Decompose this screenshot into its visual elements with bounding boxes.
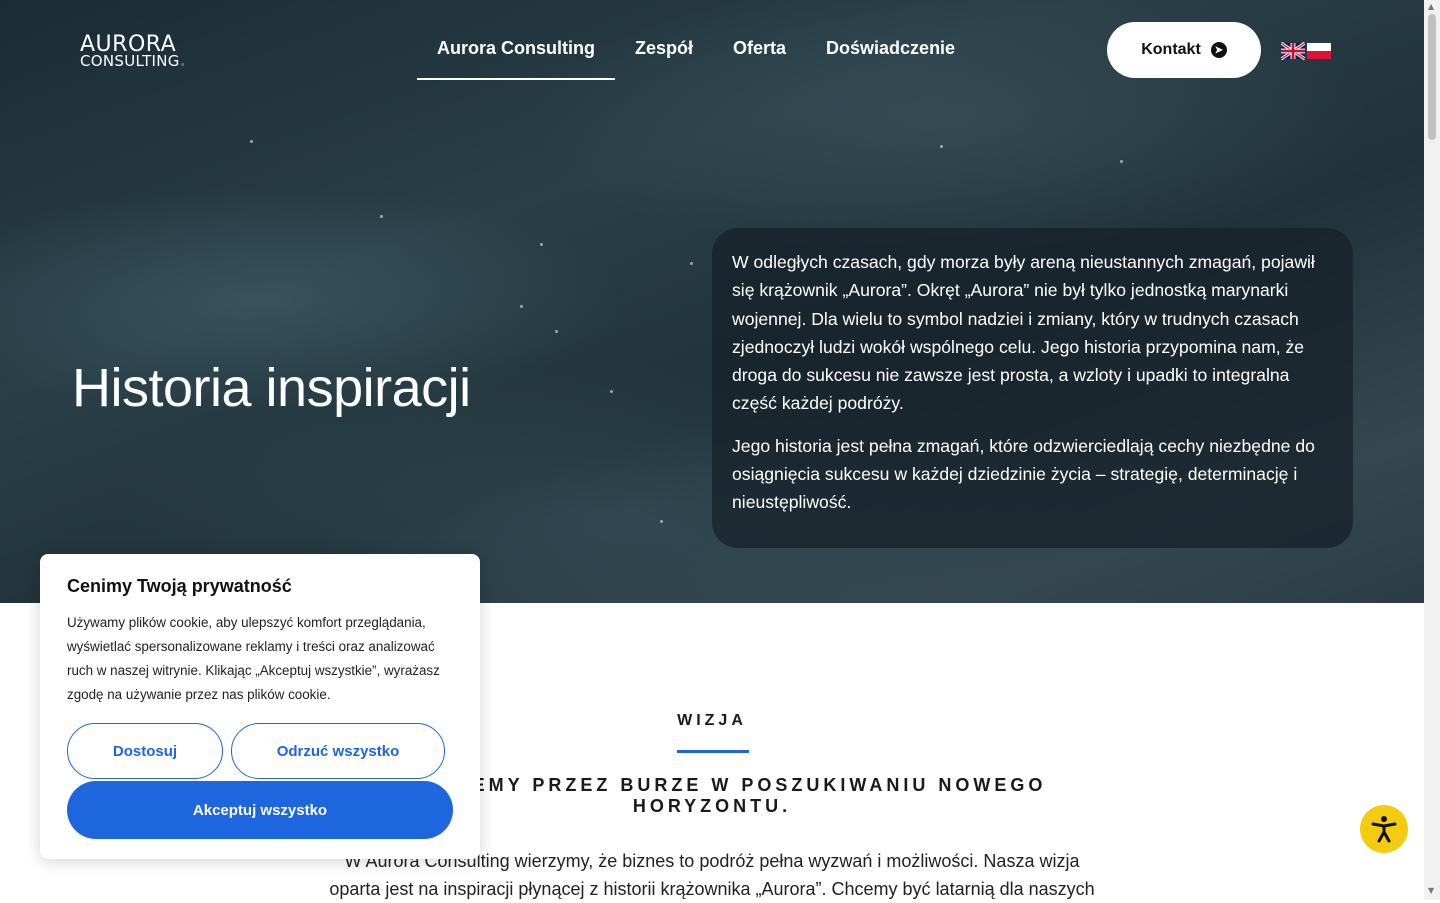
contact-button[interactable]: Kontakt ➤ xyxy=(1107,22,1261,78)
en-flag-icon[interactable] xyxy=(1281,42,1305,60)
nav-item-oferta[interactable]: Oferta xyxy=(713,22,806,80)
cookie-consent-dialog: Cenimy Twoją prywatność Używamy plików c… xyxy=(40,554,480,859)
contact-button-label: Kontakt xyxy=(1141,41,1201,58)
page-scrollbar[interactable]: ▲ ▼ xyxy=(1424,0,1440,900)
language-switcher xyxy=(1281,42,1331,60)
nav-item-aurora-consulting[interactable]: Aurora Consulting xyxy=(417,22,615,80)
water-speck xyxy=(540,243,543,246)
reject-all-button[interactable]: Odrzuć wszystko xyxy=(231,723,445,779)
scrollbar-thumb[interactable] xyxy=(1428,14,1436,140)
water-speck xyxy=(250,140,253,143)
nav-item-doswiadczenie[interactable]: Doświadczenie xyxy=(806,22,975,80)
scroll-up-icon[interactable]: ▲ xyxy=(1428,2,1434,11)
cookie-title: Cenimy Twoją prywatność xyxy=(67,576,292,596)
hero-section: AURORA CONSULTING. Aurora Consulting Zes… xyxy=(0,0,1424,603)
water-speck xyxy=(555,330,558,333)
nav-item-zespol[interactable]: Zespół xyxy=(615,22,713,80)
pl-flag-icon[interactable] xyxy=(1307,42,1331,60)
story-paragraph-1: W odległych czasach, gdy morza były aren… xyxy=(732,252,1315,414)
story-card: W odległych czasach, gdy morza były aren… xyxy=(712,228,1353,548)
main-nav: Aurora Consulting Zespół Oferta Doświadc… xyxy=(417,22,975,80)
logo-line2: CONSULTING. xyxy=(80,52,186,70)
customize-button[interactable]: Dostosuj xyxy=(67,723,223,779)
story-paragraph-2: Jego historia jest pełna zmagań, które o… xyxy=(732,435,1315,513)
brand-logo[interactable]: AURORA CONSULTING. xyxy=(80,34,186,69)
water-speck xyxy=(940,145,943,148)
scroll-down-icon[interactable]: ▼ xyxy=(1428,886,1434,895)
water-speck xyxy=(1120,160,1123,163)
water-speck xyxy=(660,520,663,523)
eyebrow-underline xyxy=(677,750,749,753)
arrow-right-circle-icon: ➤ xyxy=(1210,42,1227,58)
accept-all-button[interactable]: Akceptuj wszystko xyxy=(67,781,453,839)
water-speck xyxy=(380,215,383,218)
page-title: Historia inspiracji xyxy=(72,358,471,418)
water-speck xyxy=(690,262,693,265)
accessibility-icon xyxy=(1371,816,1397,843)
water-speck xyxy=(520,305,523,308)
water-speck xyxy=(610,390,613,393)
cookie-text: Używamy plików cookie, aby ulepszyć komf… xyxy=(67,615,440,702)
accessibility-button[interactable] xyxy=(1360,805,1408,853)
